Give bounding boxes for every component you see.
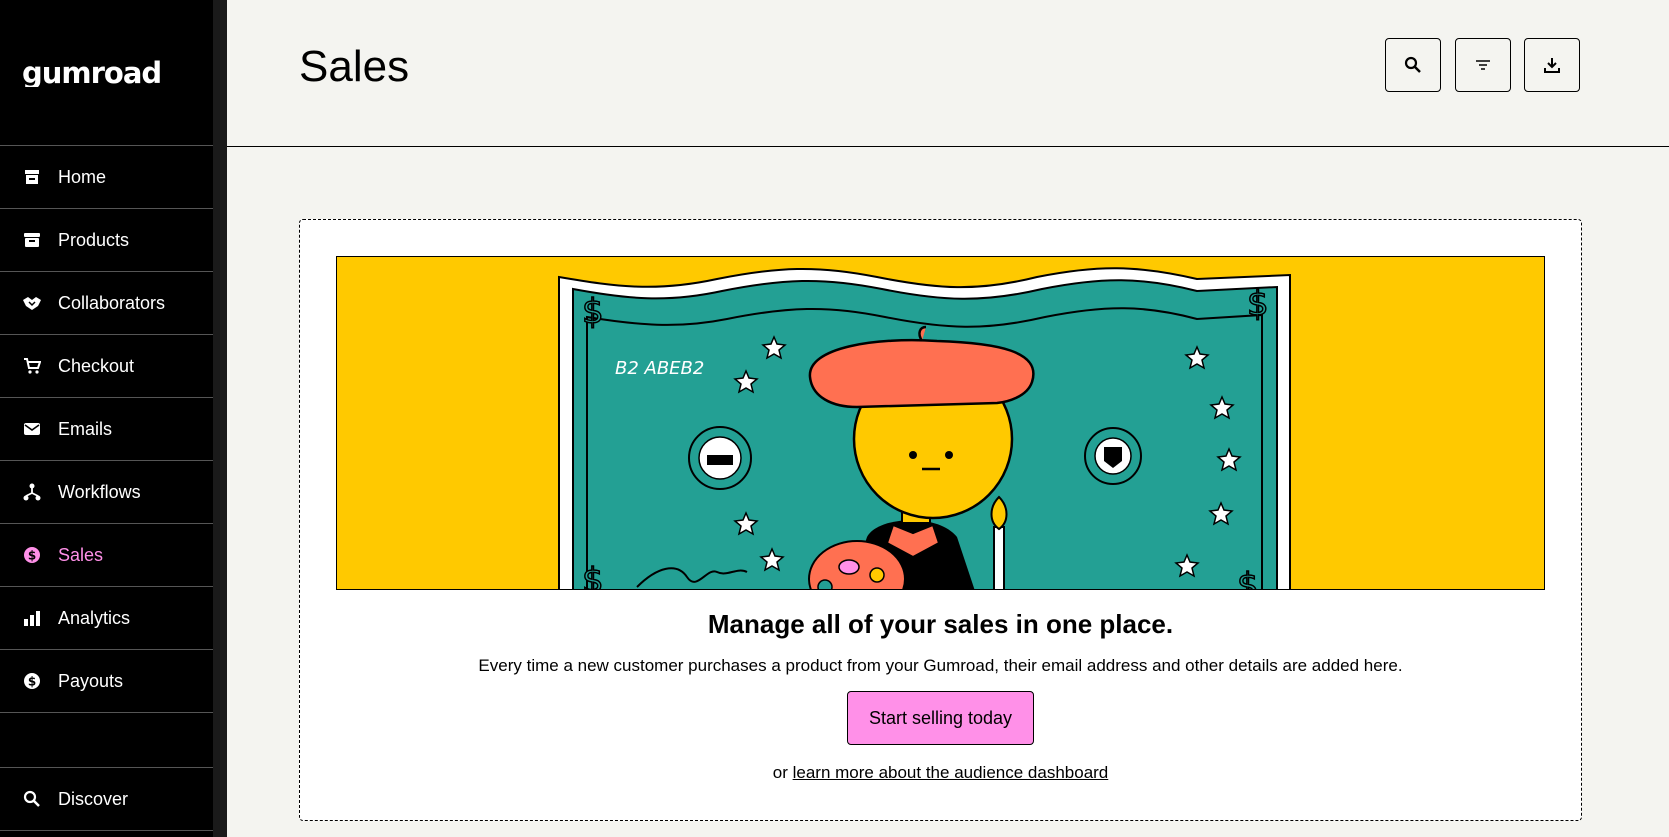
svg-text:gumroad: gumroad bbox=[22, 59, 161, 87]
page-title: Sales bbox=[299, 42, 410, 91]
sidebar-item-emails[interactable]: Emails bbox=[0, 398, 213, 461]
bar-chart-icon bbox=[22, 608, 42, 628]
dollar-circle-icon: $ bbox=[22, 671, 42, 691]
store-icon bbox=[22, 167, 42, 187]
svg-text:$: $ bbox=[582, 292, 604, 332]
handshake-icon bbox=[22, 293, 42, 313]
gumroad-logo-mark: gumroad bbox=[22, 59, 162, 87]
dollar-circle-icon: $ bbox=[22, 545, 42, 565]
sidebar-item-label: Checkout bbox=[58, 355, 135, 376]
archive-icon bbox=[22, 230, 42, 250]
cart-icon bbox=[22, 356, 42, 376]
sidebar-scrollbar[interactable] bbox=[213, 0, 227, 837]
sidebar-item-label: Home bbox=[58, 166, 107, 187]
svg-text:$: $ bbox=[1237, 566, 1259, 590]
empty-state-title: Manage all of your sales in one place. bbox=[707, 609, 1174, 639]
sidebar-item-checkout[interactable]: Checkout bbox=[0, 335, 213, 398]
sidebar-item-label: Discover bbox=[58, 788, 129, 809]
page-header: Sales bbox=[227, 0, 1669, 147]
sidebar-item-label: Workflows bbox=[58, 481, 141, 502]
empty-state-illustration: $ $ $ $ B2 ABEB2 bbox=[336, 256, 1545, 590]
sidebar-item-label: Products bbox=[58, 229, 130, 250]
main-content: Sales $ $ $ $ B2 ABEB2 Manage all of you… bbox=[227, 0, 1669, 837]
svg-text:$: $ bbox=[28, 549, 36, 563]
download-icon bbox=[1544, 58, 1560, 73]
learn-more-text: or learn more about the audience dashboa… bbox=[300, 763, 1581, 783]
sidebar-item-label: Emails bbox=[58, 418, 113, 439]
sidebar-spacer bbox=[0, 713, 213, 768]
envelope-icon bbox=[22, 419, 42, 439]
search-button[interactable] bbox=[1385, 38, 1441, 92]
learn-more-link[interactable]: learn more about the audience dashboard bbox=[793, 763, 1109, 782]
sidebar-item-label: Sales bbox=[58, 544, 104, 565]
gumroad-logo[interactable]: gumroad bbox=[0, 0, 213, 146]
search-icon bbox=[22, 789, 42, 809]
filter-icon bbox=[1476, 60, 1490, 70]
sidebar-item-collaborators[interactable]: Collaborators bbox=[0, 272, 213, 335]
workflow-icon bbox=[22, 482, 42, 502]
sidebar-item-home[interactable]: Home bbox=[0, 146, 213, 209]
sidebar-item-label: Analytics bbox=[58, 607, 131, 628]
sidebar-item-workflows[interactable]: Workflows bbox=[0, 461, 213, 524]
sidebar-item-label: Collaborators bbox=[58, 292, 166, 313]
sidebar-item-payouts[interactable]: $ Payouts bbox=[0, 650, 213, 713]
start-selling-button[interactable]: Start selling today bbox=[847, 691, 1034, 745]
dollar-bill-artist-illustration: $ $ $ $ B2 ABEB2 bbox=[558, 267, 1291, 590]
empty-state-description: Every time a new customer purchases a pr… bbox=[478, 656, 1403, 675]
learn-more-prefix: or bbox=[772, 763, 788, 782]
empty-state-card: $ $ $ $ B2 ABEB2 Manage all of your sale… bbox=[299, 219, 1582, 821]
download-button[interactable] bbox=[1524, 38, 1580, 92]
sidebar-item-analytics[interactable]: Analytics bbox=[0, 587, 213, 650]
sidebar-item-discover[interactable]: Discover bbox=[0, 768, 213, 831]
sidebar-item-sales[interactable]: $ Sales bbox=[0, 524, 213, 587]
sidebar: gumroad Home Products Collaborators Chec… bbox=[0, 0, 213, 837]
sidebar-item-label: Payouts bbox=[58, 670, 124, 691]
svg-text:$: $ bbox=[1247, 284, 1269, 324]
svg-text:$: $ bbox=[28, 675, 36, 689]
filter-button[interactable] bbox=[1455, 38, 1511, 92]
search-icon bbox=[1404, 56, 1421, 73]
bill-serial-text: B2 ABEB2 bbox=[615, 358, 704, 379]
sidebar-item-products[interactable]: Products bbox=[0, 209, 213, 272]
svg-text:$: $ bbox=[582, 561, 604, 590]
